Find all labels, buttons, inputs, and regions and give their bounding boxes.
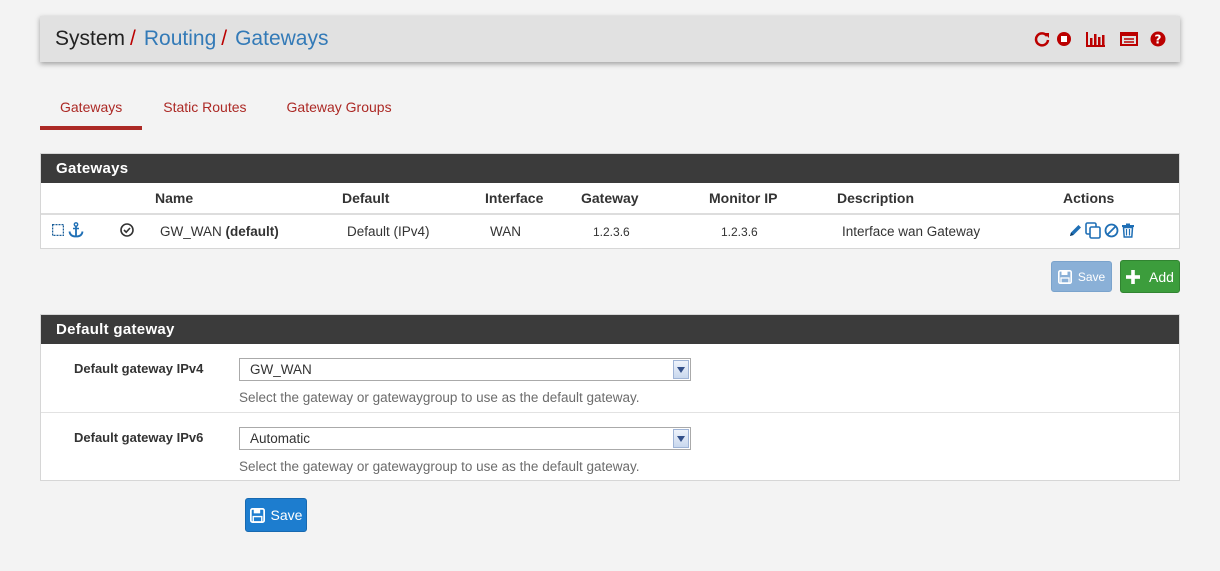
- save-button[interactable]: Save: [245, 498, 307, 532]
- breadcrumb-bar: System / Routing / Gateways ?: [40, 16, 1180, 62]
- gateway-name: GW_WAN: [160, 224, 222, 239]
- disable-icon[interactable]: [1104, 223, 1119, 241]
- ipv6-row: Default gateway IPv6 Automatic Select th…: [41, 413, 1179, 482]
- breadcrumb-separator: /: [221, 27, 228, 50]
- monitor-ip: 1.2.3.6: [709, 225, 770, 239]
- ipv6-selected-value: Automatic: [250, 431, 311, 446]
- breadcrumb-separator: /: [130, 27, 136, 50]
- save-order-label: Save: [1077, 269, 1106, 284]
- help-icon[interactable]: ?: [1150, 31, 1166, 47]
- gateways-panel: Gateways Name Default Interface Gateway …: [40, 153, 1180, 249]
- reload-icon[interactable]: [1034, 31, 1050, 47]
- ipv4-help-text: Select the gateway or gatewaygroup to us…: [239, 390, 640, 405]
- svg-text:?: ?: [1155, 33, 1162, 47]
- header-icons: ?: [1034, 16, 1166, 62]
- row-select-checkbox[interactable]: [51, 223, 65, 239]
- column-description: Description: [837, 183, 1063, 215]
- stop-icon[interactable]: [1056, 31, 1072, 47]
- default-gateway-panel-title: Default gateway: [41, 315, 1179, 344]
- column-interface: Interface: [485, 183, 581, 215]
- bar-chart-icon[interactable]: [1086, 31, 1106, 47]
- tab-gateway-groups[interactable]: Gateway Groups: [267, 92, 412, 132]
- breadcrumb-gateways[interactable]: Gateways: [235, 27, 328, 51]
- column-gateway: Gateway: [581, 183, 709, 215]
- gateway-description: Interface wan Gateway: [842, 224, 981, 239]
- table-row: GW_WAN (default) Default (IPv4) WAN 1.2.…: [41, 214, 1179, 248]
- ipv4-gateway-select[interactable]: GW_WAN: [239, 358, 691, 381]
- tab-bar: Gateways Static Routes Gateway Groups: [40, 92, 412, 132]
- gateways-table: Name Default Interface Gateway Monitor I…: [41, 183, 1179, 248]
- breadcrumb-routing[interactable]: Routing: [144, 27, 216, 51]
- save-icon: [1057, 269, 1072, 284]
- table-header-row: Name Default Interface Gateway Monitor I…: [41, 183, 1179, 215]
- breadcrumb: System / Routing / Gateways: [55, 27, 328, 51]
- column-default: Default: [342, 183, 485, 215]
- gateway-default: Default (IPv4): [347, 224, 430, 239]
- breadcrumb-system: System: [55, 27, 126, 50]
- ipv6-gateway-select[interactable]: Automatic: [239, 427, 691, 450]
- trash-icon[interactable]: [1121, 223, 1135, 241]
- gateways-panel-title: Gateways: [41, 154, 1179, 183]
- ipv6-help-text: Select the gateway or gatewaygroup to us…: [239, 459, 640, 474]
- save-icon: [249, 507, 265, 523]
- tab-static-routes[interactable]: Static Routes: [142, 92, 266, 132]
- ipv6-label: Default gateway IPv6: [74, 430, 204, 445]
- ipv4-selected-value: GW_WAN: [250, 362, 312, 377]
- chevron-down-icon: [673, 429, 689, 448]
- column-name: Name: [155, 183, 342, 215]
- plus-icon: [1126, 269, 1141, 284]
- gateway-interface: WAN: [490, 224, 521, 239]
- gateway-ip: 1.2.3.6: [581, 225, 642, 239]
- column-monitor-ip: Monitor IP: [709, 183, 837, 215]
- check-circle-icon: [120, 223, 134, 240]
- ipv4-row: Default gateway IPv4 GW_WAN Select the g…: [41, 344, 1179, 413]
- save-order-button[interactable]: Save: [1051, 261, 1112, 292]
- default-gateway-panel: Default gateway Default gateway IPv4 GW_…: [40, 314, 1180, 481]
- add-label: Add: [1149, 268, 1174, 285]
- column-actions: Actions: [1063, 183, 1179, 215]
- gateway-default-tag: (default): [225, 224, 279, 239]
- chevron-down-icon: [673, 360, 689, 379]
- anchor-icon[interactable]: [68, 222, 84, 241]
- copy-icon[interactable]: [1085, 221, 1102, 242]
- add-gateway-button[interactable]: Add: [1120, 260, 1180, 293]
- tab-gateways[interactable]: Gateways: [40, 92, 143, 132]
- save-label: Save: [270, 507, 303, 523]
- log-icon[interactable]: [1120, 32, 1138, 46]
- edit-icon[interactable]: [1068, 223, 1083, 241]
- ipv4-label: Default gateway IPv4: [74, 361, 204, 376]
